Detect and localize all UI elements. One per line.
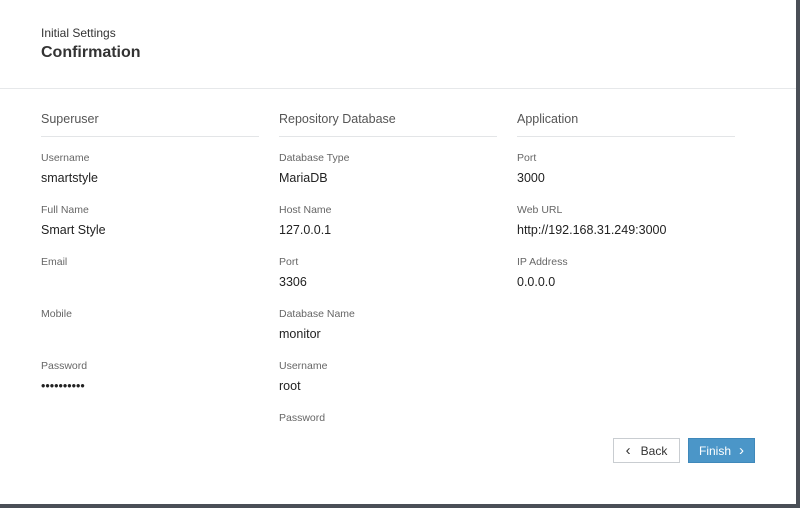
field-label: Database Type [279,152,350,164]
field-label: Database Name [279,308,355,320]
repo-database-name-field: Database Name monitor [279,308,497,341]
superuser-email-field: Email [41,256,259,275]
app-port-field: Port 3000 [517,152,735,185]
field-value: 3000 [517,171,545,185]
field-value: 3306 [279,275,307,289]
superuser-fullname-field: Full Name Smart Style [41,204,259,237]
field-label: IP Address [517,256,568,268]
field-label: Username [279,360,328,372]
field-value: •••••••••• [41,379,85,393]
back-button[interactable]: ‹ Back [613,438,680,463]
superuser-heading: Superuser [41,112,259,137]
repository-database-section: Repository Database Database Type MariaD… [279,112,497,424]
field-value: 0.0.0.0 [517,275,556,289]
field-label: Full Name [41,204,89,216]
repo-host-name-field: Host Name 127.0.0.1 [279,204,497,237]
superuser-mobile-field: Mobile [41,308,259,327]
back-button-label: Back [640,443,668,458]
field-value: http://192.168.31.249:3000 [517,223,667,237]
field-label: Mobile [41,308,72,320]
page-title: Confirmation [41,44,141,61]
field-value: MariaDB [279,171,328,185]
field-value: root [279,379,301,393]
field-value: smartstyle [41,171,98,185]
repository-heading: Repository Database [279,112,497,137]
field-label: Port [517,152,537,164]
chevron-right-icon: › [739,442,744,459]
finish-button-label: Finish [698,443,731,458]
repo-username-field: Username root [279,360,497,393]
field-label: Password [41,360,88,372]
dialog-header: Initial Settings Confirmation [0,0,796,89]
field-label: Password [279,412,326,424]
field-value: Smart Style [41,223,106,237]
superuser-section: Superuser Username smartstyle Full Name … [41,112,259,393]
app-ip-address-field: IP Address 0.0.0.0 [517,256,735,289]
repo-password-field: Password [279,412,497,431]
field-label: Web URL [517,204,563,216]
field-label: Port [279,256,299,268]
repo-port-field: Port 3306 [279,256,497,289]
chevron-left-icon: ‹ [625,442,631,459]
application-section: Application Port 3000 Web URL http://192… [517,112,735,289]
field-label: Email [41,256,68,268]
app-web-url-field: Web URL http://192.168.31.249:3000 [517,204,735,237]
field-value: 127.0.0.1 [279,223,332,237]
superuser-username-field: Username smartstyle [41,152,259,185]
finish-button[interactable]: Finish › [688,438,755,463]
settings-dialog: Initial Settings Confirmation Superuser … [0,0,800,508]
field-value: monitor [279,327,321,341]
application-heading: Application [517,112,735,137]
repo-database-type-field: Database Type MariaDB [279,152,497,185]
field-label: Username [41,152,90,164]
page-subtitle: Initial Settings [41,26,116,40]
superuser-password-field: Password •••••••••• [41,360,259,393]
field-label: Host Name [279,204,332,216]
